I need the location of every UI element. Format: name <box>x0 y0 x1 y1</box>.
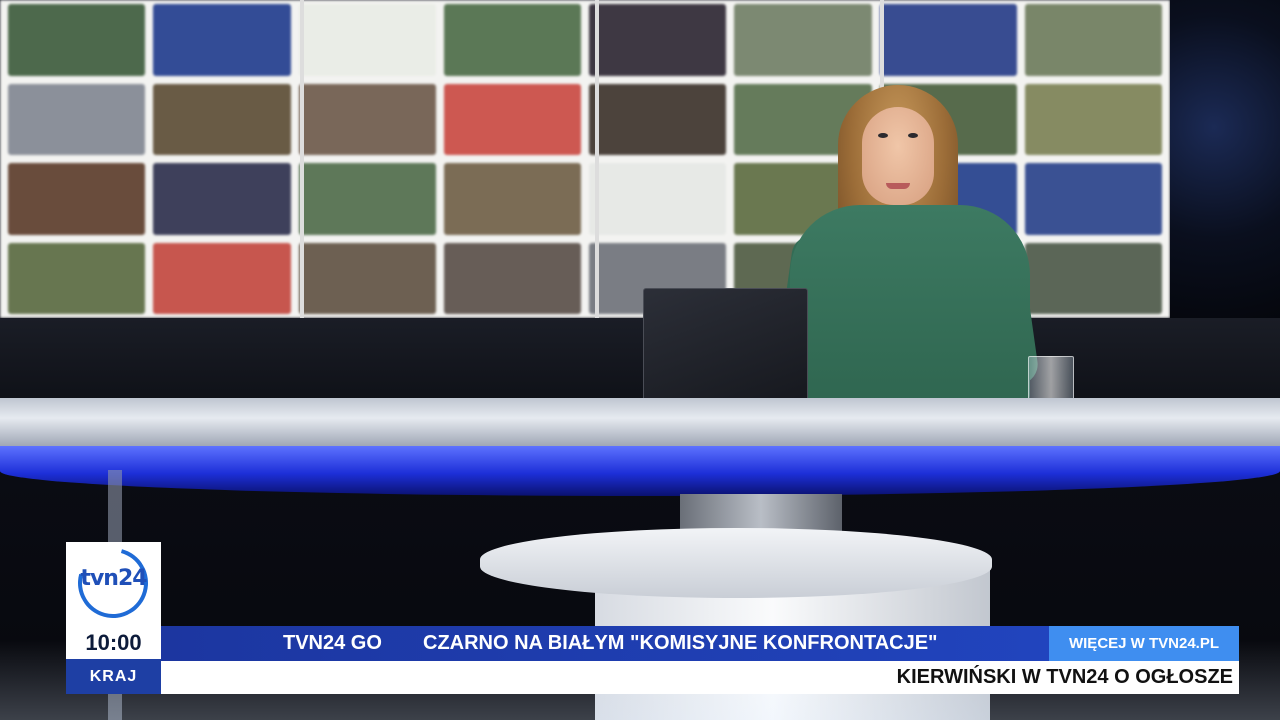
video-tile <box>589 4 727 76</box>
video-tile <box>879 4 1017 76</box>
video-tile <box>443 163 581 235</box>
video-tile <box>298 163 436 235</box>
studio-right-wall <box>1170 0 1280 318</box>
laptop <box>643 288 808 404</box>
channel-logo: tvn24 <box>65 535 161 631</box>
section-label: KRAJ <box>66 659 161 694</box>
anchor-sweater <box>790 205 1030 405</box>
ticker-bar: KIERWIŃSKI W TVN24 O OGŁOSZE <box>161 661 1239 694</box>
news-ticker: KIERWIŃSKI W TVN24 O OGŁOSZE <box>896 666 1233 688</box>
video-tile <box>443 83 581 155</box>
news-anchor <box>773 85 1041 405</box>
studio-background <box>0 0 1280 720</box>
video-tile <box>298 4 436 76</box>
video-tile <box>8 163 146 235</box>
video-tile <box>1024 242 1162 314</box>
video-tile <box>153 163 291 235</box>
video-tile <box>298 242 436 314</box>
glass-rail <box>0 318 1280 408</box>
news-desk-top <box>0 398 1280 448</box>
video-tile <box>1024 4 1162 76</box>
clock: 10:00 <box>66 626 161 659</box>
channel-logo-text: tvn24 <box>80 566 147 591</box>
video-tile <box>1024 163 1162 235</box>
show-title: CZARNO NA BIAŁYM "KOMISYJNE KONFRONTACJE… <box>423 632 938 654</box>
anchor-mouth <box>886 183 910 189</box>
anchor-eye <box>878 133 888 138</box>
more-link: WIĘCEJ W TVN24.PL <box>1049 626 1239 661</box>
brand-label: TVN24 GO <box>283 632 382 654</box>
wall-seam <box>300 0 304 318</box>
video-tile <box>153 4 291 76</box>
video-tile <box>153 83 291 155</box>
anchor-eye <box>908 133 918 138</box>
video-tile <box>443 242 581 314</box>
video-tile <box>443 4 581 76</box>
news-desk-glow <box>0 446 1280 496</box>
video-tile <box>1024 83 1162 155</box>
desk-pedestal-top <box>480 528 992 598</box>
video-tile <box>8 83 146 155</box>
wall-seam <box>595 0 599 318</box>
video-tile <box>153 242 291 314</box>
video-tile <box>8 4 146 76</box>
video-tile <box>8 242 146 314</box>
video-tile <box>589 163 727 235</box>
video-tile <box>589 83 727 155</box>
video-tile <box>734 4 872 76</box>
anchor-face <box>862 107 934 205</box>
video-tile <box>298 83 436 155</box>
